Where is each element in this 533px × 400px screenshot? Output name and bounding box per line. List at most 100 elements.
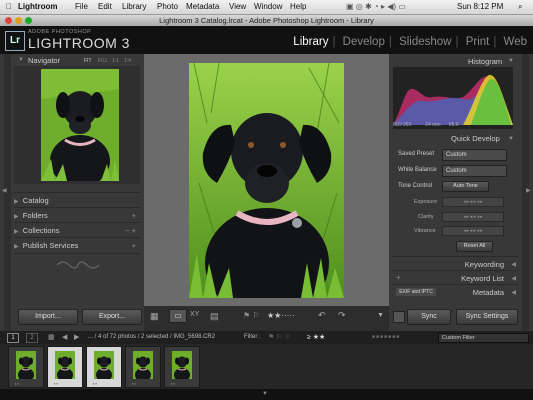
grid-view-icon[interactable]: ▦ [150, 311, 159, 322]
status-icons[interactable]: ▣ ◎ ✱ ◔ ▸ ◀) ▭ [346, 2, 406, 11]
rotate-right-icon[interactable]: ↷ [338, 310, 346, 321]
module-library[interactable]: Library [293, 36, 328, 48]
menu-edit[interactable]: Edit [98, 2, 112, 11]
menu-window[interactable]: Window [254, 2, 282, 11]
filmstrip-thumbnail[interactable]: ▪ ▪ [125, 346, 161, 388]
thumbnail-badges: ▪ ▪ [15, 381, 19, 386]
menu-metadata[interactable]: Metadata [186, 2, 219, 11]
menubar:  Lightroom File Edit Library Photo Meta… [0, 0, 533, 15]
metadata-section[interactable]: EXIF and IPTC Metadata ◀ [392, 284, 518, 299]
main-window-button[interactable]: 1 [7, 333, 19, 343]
quick-develop-collapse-icon[interactable]: ▼ [508, 136, 514, 142]
menu-lightroom[interactable]: Lightroom [18, 2, 58, 11]
publish-services-section[interactable]: ▶ Publish Services + [14, 237, 140, 254]
module-develop[interactable]: Develop [343, 36, 385, 48]
filmstrip-thumbnail[interactable]: ▪ ▪ [47, 346, 83, 388]
keyword-list-section[interactable]: + Keyword List ◀ [392, 270, 518, 285]
back-arrow-icon[interactable]: ◀ [62, 333, 67, 341]
clarity-stepper[interactable]: ◂◂ ◂ ▸ ▸▸ [442, 212, 504, 222]
filmstrip-source-info[interactable]: ... / 4 of 72 photos / 2 selected / IMG_… [88, 334, 215, 340]
close-window-button[interactable] [5, 17, 12, 24]
thumbnail-image [133, 351, 153, 379]
menu-view[interactable]: View [229, 2, 246, 11]
exposure-label: Exposure [414, 199, 438, 205]
auto-sync-toggle[interactable] [393, 311, 405, 323]
grid-icon[interactable]: ▦ [48, 333, 55, 341]
zoom-window-button[interactable] [25, 17, 32, 24]
zoom-1-4[interactable]: 1:4 [124, 58, 131, 64]
star-rating[interactable]: ★★····· [267, 311, 295, 320]
vibrance-stepper[interactable]: ◂◂ ◂ ▸ ▸▸ [442, 226, 504, 236]
module-print[interactable]: Print [466, 36, 490, 48]
metadata-preset-select[interactable]: EXIF and IPTC [396, 288, 436, 296]
compare-view-icon[interactable]: XY [190, 311, 199, 318]
right-panel-toggle-icon[interactable]: ▶ [526, 187, 531, 194]
add-publish-service-icon[interactable]: + [132, 238, 136, 253]
saved-preset-select[interactable]: Custom [442, 149, 507, 161]
navigator-preview[interactable] [41, 69, 119, 181]
exposure-stepper[interactable]: ◂◂ ◂ ▸ ▸▸ [442, 197, 504, 207]
menu-library[interactable]: Library [122, 2, 146, 11]
secondary-window-button[interactable]: 2 [26, 333, 38, 343]
export-button[interactable]: Export... [82, 309, 142, 325]
navigator-collapse-icon[interactable]: ▼ [18, 57, 24, 63]
exif-readout: ISO 250 24 mm f/5.6 [393, 122, 459, 128]
thumbnail-badges: ▪ ▪ [171, 381, 175, 386]
thumbnail-badges: ▪ ▪ [93, 381, 97, 386]
thumbnail-image [172, 351, 192, 379]
rating-filter[interactable]: ≥ ★★ [307, 333, 325, 341]
publish-services-label: Publish Services [22, 241, 79, 250]
filmstrip-thumbnail[interactable]: ▪ ▪ [8, 346, 44, 388]
collections-section[interactable]: ▶ Collections − + [14, 222, 140, 238]
apple-icon[interactable]:  [6, 2, 12, 11]
thumbnail-image [16, 351, 36, 379]
zoom-fit[interactable]: FIT [84, 58, 92, 64]
add-collection-icon[interactable]: − + [125, 223, 136, 238]
main-photo[interactable] [189, 63, 344, 298]
sync-button[interactable]: Sync [407, 309, 451, 325]
rotate-left-icon[interactable]: ↶ [318, 310, 326, 321]
add-folder-icon[interactable]: + [132, 208, 136, 223]
import-button[interactable]: Import... [18, 309, 78, 325]
zoom-fill[interactable]: FILL [98, 58, 108, 64]
vibrance-label: Vibrance [414, 228, 436, 234]
quick-develop-title: Quick Develop [451, 134, 500, 143]
loupe-view-icon[interactable]: ▭ [169, 309, 187, 323]
minimize-window-button[interactable] [15, 17, 22, 24]
thumbnail-badges: ▪ ▪ [54, 381, 58, 386]
add-keyword-icon[interactable]: + [396, 273, 401, 282]
menu-file[interactable]: File [75, 2, 88, 11]
expand-icon: ▶ [14, 229, 19, 235]
module-slideshow[interactable]: Slideshow [399, 36, 451, 48]
custom-filter-select[interactable]: Custom Filter [438, 333, 529, 343]
color-label-filter[interactable]: ■■■■■■■ [372, 334, 400, 340]
flag-icon[interactable]: ⚑ ⚐ [243, 311, 260, 320]
toolbar-menu-icon[interactable]: ▼ [377, 312, 384, 319]
menu-photo[interactable]: Photo [157, 2, 178, 11]
flag-filter-icon[interactable]: ⚑ ⚐ ⚐ [268, 333, 291, 341]
auto-tone-button[interactable]: Auto Tone [442, 181, 489, 192]
zoom-1-1[interactable]: 1:1 [112, 58, 119, 64]
survey-view-icon[interactable]: ▤ [210, 311, 219, 322]
keywording-section[interactable]: Keywording ◀ [392, 256, 518, 271]
left-panel-toggle-icon[interactable]: ◀ [2, 187, 7, 194]
menu-help[interactable]: Help [290, 2, 306, 11]
filmstrip-thumbnail[interactable]: ▪ ▪ [164, 346, 200, 388]
expand-icon: ◀ [511, 276, 516, 282]
expand-icon: ◀ [511, 290, 516, 296]
catalog-section[interactable]: ▶ Catalog [14, 192, 140, 208]
module-web[interactable]: Web [504, 36, 527, 48]
histogram [393, 67, 513, 129]
filmstrip-thumbnail[interactable]: ▪ ▪ [86, 346, 122, 388]
aperture: f/5.6 [448, 122, 459, 128]
reset-all-button[interactable]: Reset All [456, 241, 493, 252]
lightroom-logo: Lr [5, 31, 25, 51]
clock[interactable]: Sun 8:12 PM [457, 2, 503, 11]
spotlight-icon[interactable]: ⌕ [518, 2, 522, 12]
sync-settings-button[interactable]: Sync Settings [456, 309, 518, 325]
white-balance-select[interactable]: Custom [442, 165, 507, 177]
forward-arrow-icon[interactable]: ▶ [74, 333, 79, 341]
folders-section[interactable]: ▶ Folders + [14, 207, 140, 223]
histogram-collapse-icon[interactable]: ▼ [508, 58, 514, 64]
filmstrip-toggle-icon[interactable]: ▼ [262, 391, 268, 397]
